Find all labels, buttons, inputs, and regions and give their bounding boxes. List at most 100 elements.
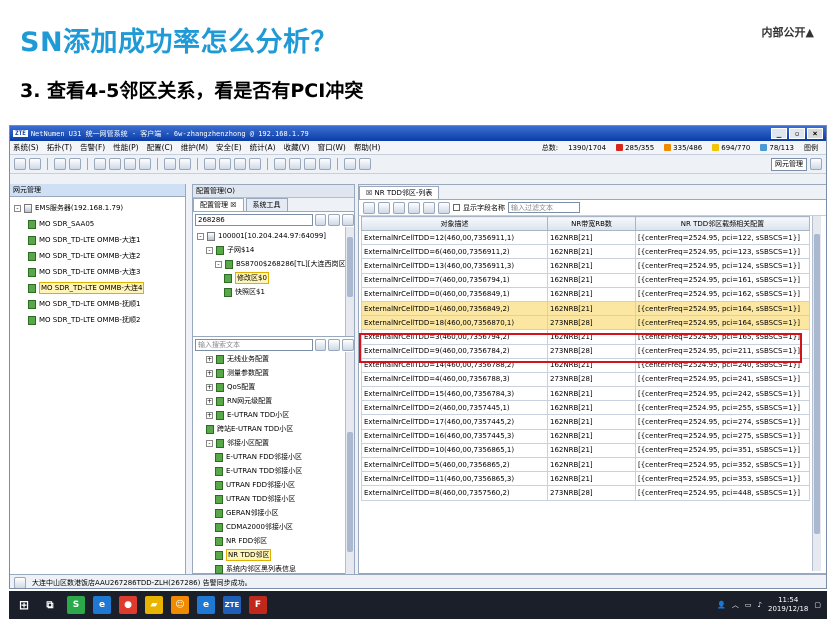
forward-icon[interactable] [69,158,81,170]
tab-config-management[interactable]: 配置管理 ☒ [193,198,244,211]
table-row[interactable]: ExternalNrCellTDD=12(460,00,7356911,1) 16… [361,229,810,246]
back-icon[interactable] [54,158,66,170]
task-view-icon[interactable]: ⧉ [41,596,59,614]
expand-icon[interactable]: + [206,397,213,405]
taskbar-app-icon[interactable]: e [197,596,215,614]
table-row[interactable]: ExternalNrCellTDD=5(460,00,7356865,2) 162… [361,456,810,473]
windows-start-icon[interactable]: ⊞ [15,596,33,614]
taskbar-app-icon[interactable]: ▰ [145,596,163,614]
tree-item[interactable]: - EMS服务器(192.168.1.79) [10,200,185,216]
table-row[interactable]: ExternalNrCellTDD=15(460,00,7356784,3) 16… [361,386,810,402]
toolbar-button[interactable] [204,158,216,170]
scrollbar[interactable] [345,227,354,336]
table-row[interactable]: ExternalNrCellTDD=11(460,00,7356865,3) 16… [361,471,810,487]
tree-item[interactable]: 修改区$0 [193,271,354,285]
close-button[interactable]: × [807,128,823,139]
tree-item[interactable]: NR TDD邻区 [193,548,354,562]
collapse-icon[interactable]: - [14,204,21,212]
table-row[interactable]: ExternalNrCellTDD=8(460,00,7357560,2) 273… [361,485,810,501]
tree-item[interactable]: - 子网$14 [193,243,354,257]
table-row[interactable]: ExternalNrCellTDD=16(460,00,7357445,3) 16… [361,428,810,444]
view-selector[interactable]: 网元管理 [771,157,807,171]
delete-icon[interactable] [408,201,420,214]
toolbar-button[interactable] [304,158,316,170]
toolbar-button[interactable] [274,158,286,170]
taskbar-app-icon[interactable]: F [249,596,267,614]
table-row[interactable]: ExternalNrCellTDD=14(460,00,7356788,2) 16… [361,357,810,373]
binoculars-icon[interactable] [314,338,327,351]
taskbar-app-icon[interactable]: ☺ [171,596,189,614]
toolbar-button[interactable] [109,158,121,170]
tree-item[interactable]: UTRAN FDD邻接小区 [193,478,354,492]
table-row[interactable]: ExternalNrCellTDD=4(460,00,7356788,3) 273… [361,371,810,388]
table-row[interactable]: ExternalNrCellTDD=7(460,00,7356794,1) 162… [361,272,810,288]
menu-item[interactable]: 安全(E) [216,142,242,153]
tree-item[interactable]: 快照区$1 [193,285,354,299]
mo-search-input[interactable]: 输入搜索文本 [195,338,313,351]
expand-icon[interactable]: + [206,383,213,391]
person-icon[interactable]: 👤 [717,601,726,609]
wrench-icon[interactable] [423,201,435,214]
show-field-names-checkbox[interactable] [453,204,460,211]
taskbar-app-icon[interactable]: ZTE [223,596,241,614]
maximize-button[interactable]: ▫ [789,128,805,139]
toolbar-button[interactable] [124,158,136,170]
filter-icon[interactable] [342,213,354,226]
table-row[interactable]: ExternalNrCellTDD=9(460,00,7356784,2) 273… [361,343,810,359]
column-header[interactable]: NR带宽RB数 [547,216,636,231]
help-icon[interactable] [359,158,371,170]
menu-item[interactable]: 系统(S) [13,142,39,153]
network-icon[interactable]: ▭ [745,601,752,609]
tree-item[interactable]: + RN网元级配置 [193,394,354,408]
menu-item[interactable]: 统计(A) [250,142,276,153]
toolbar-button[interactable] [164,158,176,170]
alarm-stat[interactable]: 335/486 [664,144,702,152]
scrollbar[interactable] [345,352,354,577]
menu-item[interactable]: 维护(M) [181,142,208,153]
tree-item[interactable]: - 邻接小区配置 [193,436,354,450]
legend-button[interactable]: 图例 [804,143,818,153]
table-row[interactable]: ExternalNrCellTDD=2(460,00,7357445,1) 162… [361,400,810,416]
toolbar-button[interactable] [179,158,191,170]
toolbar-button[interactable] [249,158,261,170]
tab-nr-tdd-list[interactable]: ☒ NR TDD邻区-列表 [359,186,440,199]
collapse-icon[interactable]: - [206,246,213,254]
expand-icon[interactable]: + [206,355,213,363]
tree-item[interactable]: + QoS配置 [193,380,354,394]
toolbar-button[interactable] [219,158,231,170]
tree-item[interactable]: + 测量参数配置 [193,366,354,380]
down-arrow-icon[interactable] [342,338,354,351]
tree-item[interactable]: GERAN邻接小区 [193,506,354,520]
taskbar-app-icon[interactable]: e [93,596,111,614]
tree-item[interactable]: + 无线业务配置 [193,352,354,366]
table-row[interactable]: ExternalNrCellTDD=17(460,00,7357445,2) 16… [361,414,810,430]
alarm-stat[interactable]: 694/770 [712,144,750,152]
chevron-down-icon[interactable] [314,213,327,226]
minimize-button[interactable]: _ [771,128,787,139]
taskbar-app-icon[interactable]: S [67,596,85,614]
tree-item[interactable]: 跨站E-UTRAN TDD小区 [193,422,354,436]
toolbar-button[interactable] [234,158,246,170]
column-header[interactable]: 对象描述 [361,216,548,231]
toolbar-button[interactable] [94,158,106,170]
tree-item[interactable]: E-UTRAN TDD邻接小区 [193,464,354,478]
tree-item[interactable]: NR FDD邻区 [193,534,354,548]
expand-icon[interactable]: + [206,369,213,377]
ne-panel-title[interactable]: 网元管理 [10,184,185,197]
toolbar-button[interactable] [139,158,151,170]
tree-item[interactable]: CDMA2000邻接小区 [193,520,354,534]
tree-item[interactable]: MO SDR_TD-LTE OMMB-大连4 [10,280,185,296]
filter-input[interactable]: 输入过滤文本 [508,202,580,213]
tree-item[interactable]: - BS8700$268286[TL][大连西岗区 [193,257,354,271]
tree-item[interactable]: UTRAN TDD邻接小区 [193,492,354,506]
menu-item[interactable]: 帮助(H) [354,142,381,153]
copy-icon[interactable] [393,201,405,214]
expand-icon[interactable]: + [206,411,213,419]
table-row[interactable]: ExternalNrCellTDD=13(460,00,7356911,3) 16… [361,258,810,274]
tree-item[interactable]: MO SDR_SAA05 [10,216,185,232]
alarm-stat[interactable]: 78/113 [760,144,794,152]
table-row[interactable]: ExternalNrCellTDD=18(460,00,7356870,1) 27… [361,315,810,331]
collapse-icon[interactable]: - [197,232,204,240]
table-row[interactable]: ExternalNrCellTDD=10(460,00,7356865,1) 16… [361,442,810,459]
taskbar-app-icon[interactable]: ● [119,596,137,614]
